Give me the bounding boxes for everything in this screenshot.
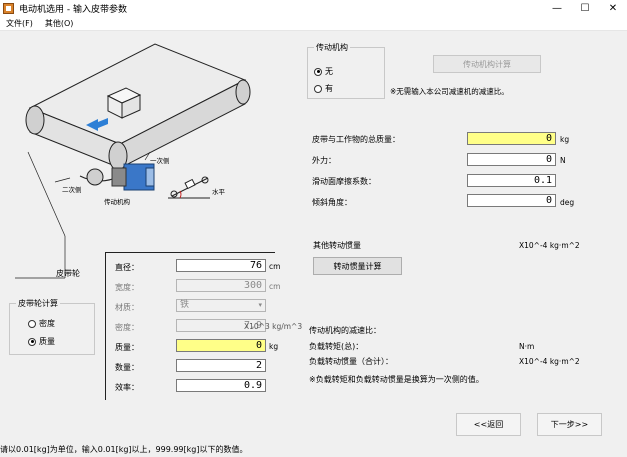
radio-mechanism-yes[interactable]: 有 xyxy=(314,83,333,94)
window-title: 电动机选用 - 输入皮带参数 xyxy=(19,4,127,15)
next-button[interactable]: 下一步>> xyxy=(537,413,602,436)
friction-label: 滑动面摩擦系数： xyxy=(312,177,376,186)
load-inertia-label: 负载转动惯量（合计）： xyxy=(309,357,393,366)
radio-yes-label: 有 xyxy=(325,84,333,93)
inertia-calc-button[interactable]: 转动惯量计算 xyxy=(313,257,402,275)
back-button[interactable]: <<返回 xyxy=(456,413,521,436)
efficiency-input[interactable]: 0.9 xyxy=(176,379,266,392)
radio-density[interactable]: 密度 xyxy=(28,318,55,329)
total-mass-input[interactable]: 0 xyxy=(467,132,556,145)
minimize-button[interactable]: — xyxy=(543,0,571,16)
total-mass-unit: kg xyxy=(560,135,570,144)
mass-input[interactable]: 0 xyxy=(176,339,266,352)
load-inertia-unit: X10^-4 kg·m^2 xyxy=(519,357,580,366)
material-label: 材质： xyxy=(115,303,139,312)
mass-unit: kg xyxy=(269,342,279,351)
radio-none-dot xyxy=(314,67,322,76)
caption-second-stage: 二次侧 xyxy=(62,186,82,194)
mechanism-calc-button[interactable]: 传动机构计算 xyxy=(433,55,541,73)
friction-input[interactable]: 0.1 xyxy=(467,174,556,187)
incline-angle-label: 倾斜角度： xyxy=(312,198,352,207)
efficiency-label: 效率： xyxy=(115,383,139,392)
mechanism-title: 传动机构 xyxy=(314,42,350,53)
other-inertia-unit: X10^-4 kg·m^2 xyxy=(519,241,580,250)
caption-horizontal: 水平 xyxy=(212,188,225,196)
close-button[interactable]: ✕ xyxy=(599,0,627,16)
external-force-label: 外力： xyxy=(312,156,336,165)
load-torque-unit: N·m xyxy=(519,342,535,351)
status-bar: 请以0.01[kg]为单位，输入0.01[kg]以上，999.99[kg]以下的… xyxy=(0,445,248,454)
diameter-label: 直径： xyxy=(115,263,139,272)
other-inertia-label: 其他转动惯量 xyxy=(313,241,361,250)
lower-pulley xyxy=(86,168,104,186)
pulley-label: 皮带轮 xyxy=(56,269,80,278)
radio-mass[interactable]: 质量 xyxy=(28,336,55,347)
incline-angle-input[interactable]: 0 xyxy=(467,194,556,207)
diameter-input[interactable]: 76 xyxy=(176,259,266,272)
chevron-down-icon: ▾ xyxy=(258,301,262,309)
app-icon xyxy=(3,2,14,14)
radio-mechanism-none[interactable]: 无 xyxy=(314,66,333,77)
diameter-unit: cm xyxy=(269,262,281,271)
material-select[interactable]: 铁 ▾ xyxy=(176,299,266,312)
width-input[interactable]: 300 xyxy=(176,279,266,292)
mechanism-note: ※无需输入本公司减速机的减速比。 xyxy=(390,87,509,96)
density-label: 密度： xyxy=(115,323,139,332)
radio-mass-dot xyxy=(28,337,36,346)
material-value: 铁 xyxy=(180,300,190,310)
density-unit: X10^3 kg/m^3 xyxy=(244,322,303,331)
pulley-leader xyxy=(27,151,66,237)
radio-mass-label: 质量 xyxy=(39,337,55,346)
menu-file[interactable]: 文件(F) xyxy=(0,18,39,29)
width-unit: cm xyxy=(269,282,281,291)
motor-cap xyxy=(145,167,155,187)
radio-none-label: 无 xyxy=(325,67,333,76)
menu-other[interactable]: 其他(O) xyxy=(39,18,80,29)
width-label: 宽度： xyxy=(115,283,139,292)
mass-label: 质量： xyxy=(115,343,139,352)
summary-note: ※负载转矩和负载转动惯量是换算为一次侧的值。 xyxy=(309,375,484,384)
radio-density-dot xyxy=(28,319,36,328)
caption-first-stage: 一次侧 xyxy=(150,157,170,165)
quantity-label: 数量： xyxy=(115,363,139,372)
caption-mechanism: 传动机构 xyxy=(104,198,130,206)
incline-angle-unit: deg xyxy=(560,198,575,207)
reduction-ratio-label: 传动机构的减速比： xyxy=(309,326,381,335)
left-roller xyxy=(25,105,45,135)
right-roller xyxy=(235,79,251,105)
quantity-input[interactable]: 2 xyxy=(176,359,266,372)
menu-bar: 文件(F) 其他(O) xyxy=(0,16,627,31)
load-torque-label: 负载转矩(总)： xyxy=(309,342,364,351)
maximize-button[interactable]: ☐ xyxy=(571,0,599,16)
external-force-unit: N xyxy=(560,156,566,165)
pulley-calc-title: 皮带轮计算 xyxy=(16,298,60,309)
radio-yes-dot xyxy=(314,84,322,93)
gearhead xyxy=(111,167,127,187)
total-mass-label: 皮带与工作物的总质量： xyxy=(312,135,400,144)
title-bar: 电动机选用 - 输入皮带参数 — ☐ ✕ xyxy=(0,0,627,16)
radio-density-label: 密度 xyxy=(39,319,55,328)
pulley-calc-group: 皮带轮计算 xyxy=(9,298,95,355)
external-force-input[interactable]: 0 xyxy=(467,153,556,166)
